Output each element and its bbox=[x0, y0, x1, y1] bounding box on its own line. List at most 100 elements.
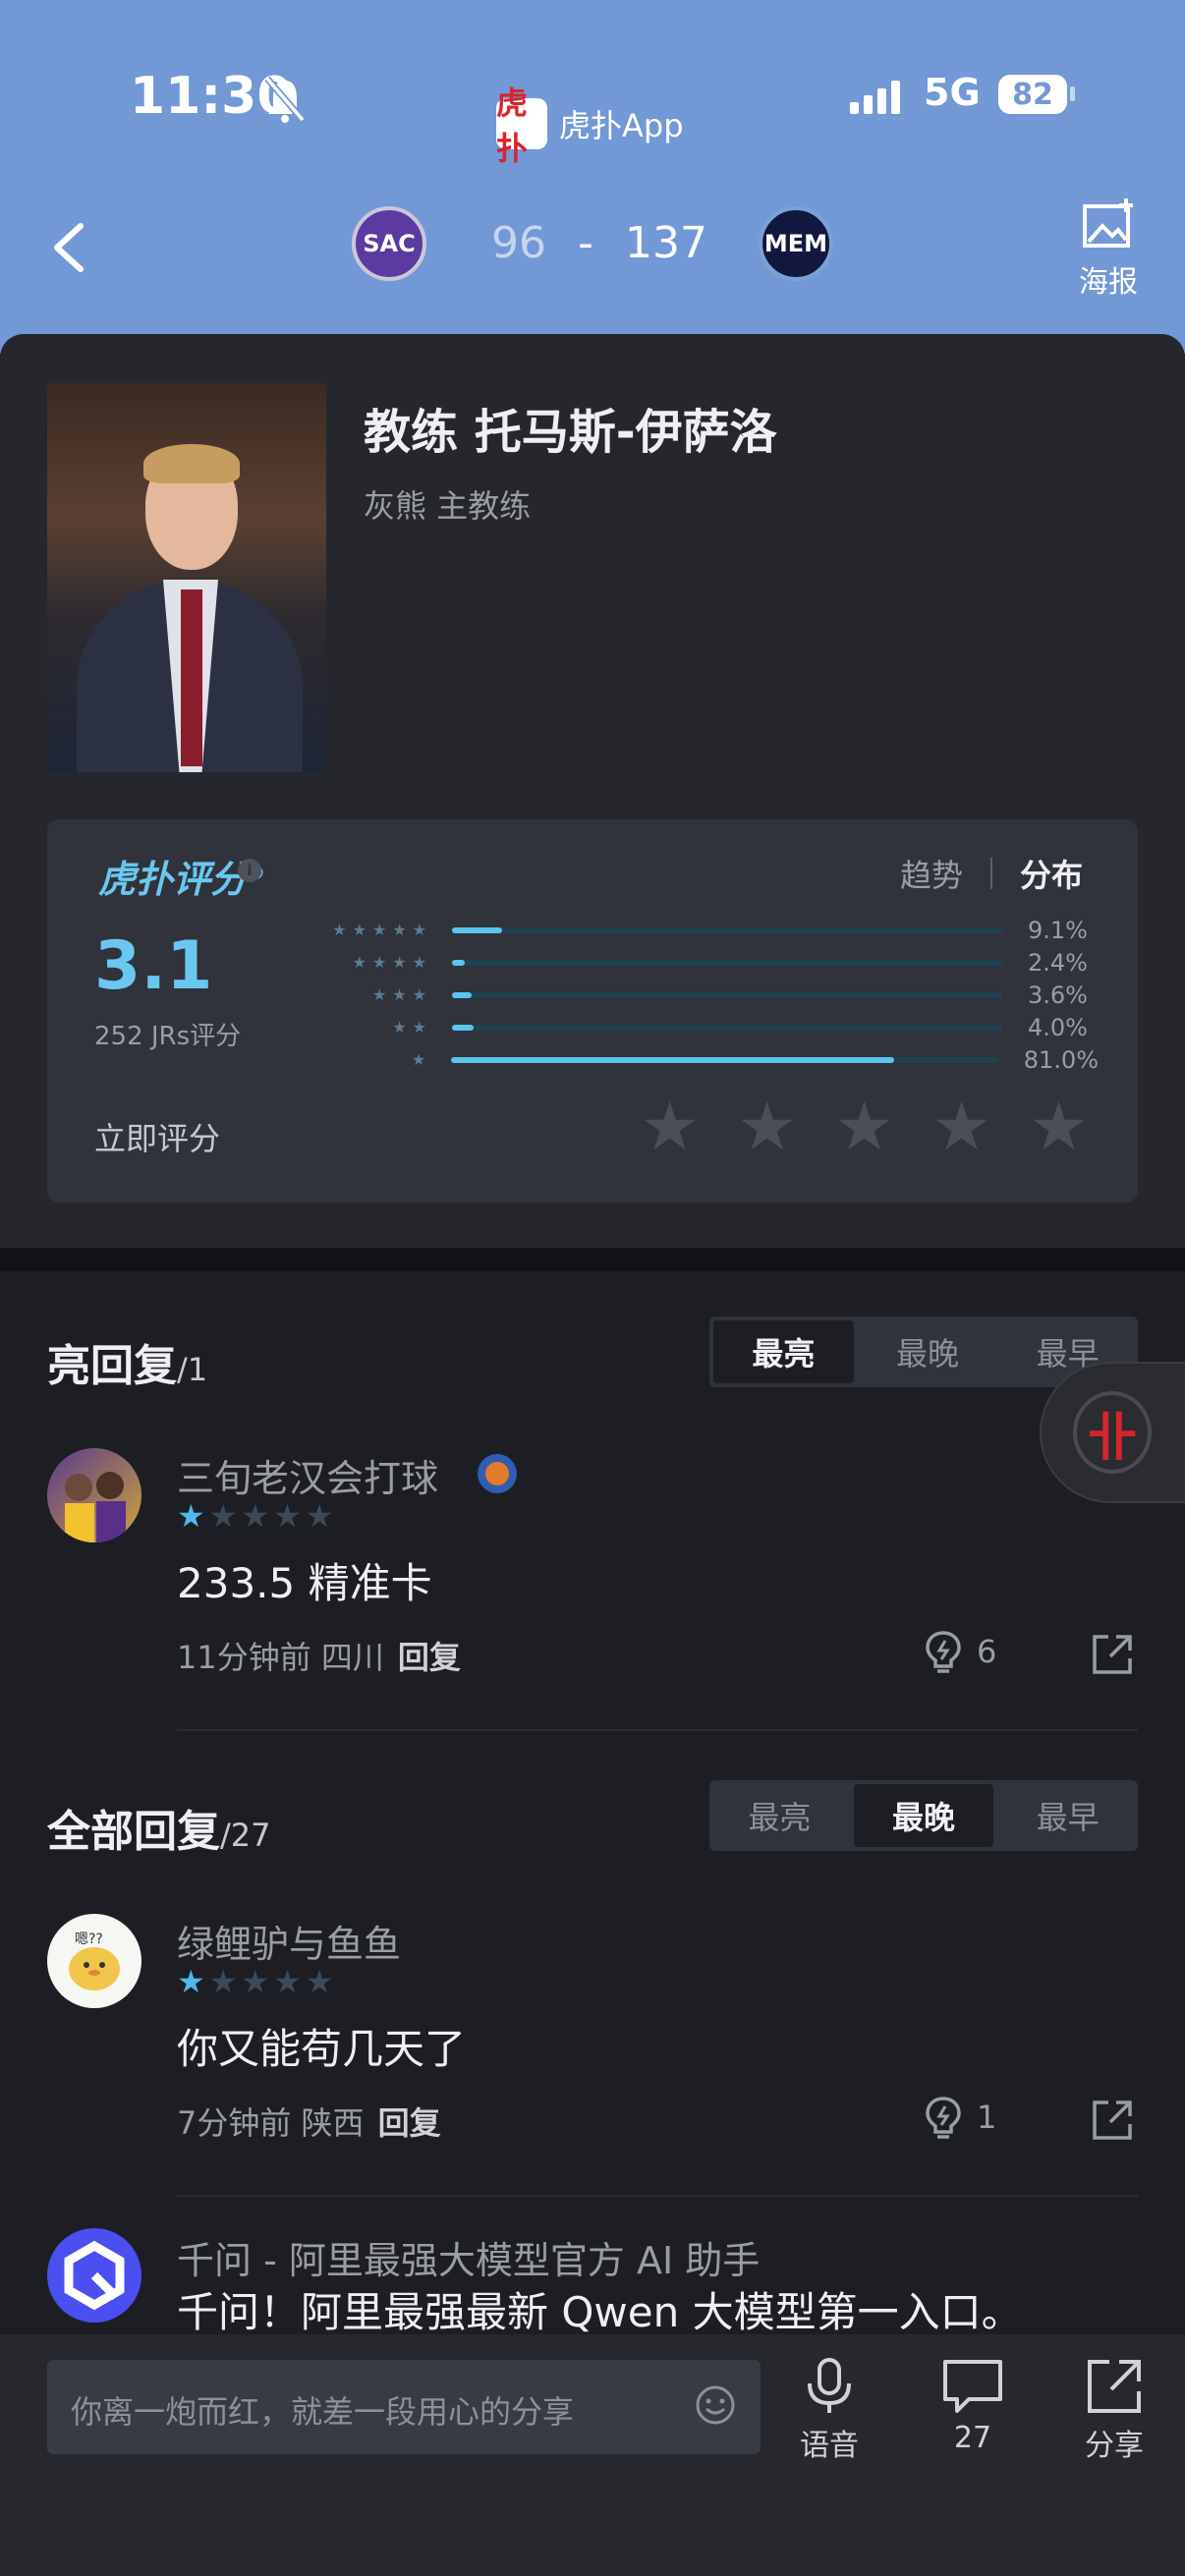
game-nav: SAC 96 - 137 MEM 海报 bbox=[0, 196, 1185, 305]
reply-link[interactable]: 回复 bbox=[398, 1639, 461, 1676]
distribution-row: ★ 81.0% bbox=[312, 1043, 1099, 1076]
user-rating-stars: ★★★★★ bbox=[177, 1963, 338, 2000]
username[interactable]: 三旬老汉会打球 bbox=[177, 1448, 438, 1502]
share-icon bbox=[1088, 2360, 1141, 2413]
comments-count: 27 bbox=[953, 2421, 992, 2455]
row-divider bbox=[177, 2195, 1138, 2197]
team-badge-icon bbox=[478, 1454, 517, 1493]
hupu-logo-icon: 卝 bbox=[1073, 1391, 1152, 1474]
emoji-icon[interactable] bbox=[694, 2383, 737, 2427]
reply-link[interactable]: 回复 bbox=[378, 2104, 441, 2142]
distribution-bar bbox=[452, 991, 1002, 998]
distribution-bar bbox=[452, 926, 1002, 933]
comment-item: 三旬老汉会打球 ★★★★★ 233.5 精准卡 11分钟前 四川 回复 6 bbox=[0, 1448, 1185, 1743]
rate-star-icon[interactable]: ★ bbox=[640, 1094, 700, 1161]
tab-trend[interactable]: 趋势 bbox=[900, 851, 963, 896]
qwen-logo-icon bbox=[47, 2228, 141, 2323]
rate-stars: ★ ★ ★ ★ ★ bbox=[640, 1094, 1089, 1161]
tab-latest[interactable]: 最晚 bbox=[853, 1784, 994, 1847]
bottom-bar: 你离一炮而红，就差一段用心的分享 语音 27 分享 bbox=[0, 2334, 1185, 2576]
battery-icon: 82 bbox=[998, 75, 1075, 114]
distribution-bar bbox=[452, 1024, 1002, 1031]
highlight-title: 亮回复/1 bbox=[47, 1341, 208, 1391]
row-divider bbox=[177, 1729, 1138, 1731]
tab-brightest[interactable]: 最亮 bbox=[713, 1320, 854, 1383]
like-button[interactable]: 1 bbox=[924, 2095, 1012, 2140]
input-placeholder: 你离一炮而红，就差一段用心的分享 bbox=[71, 2393, 575, 2431]
top-header: 11:30 虎扑 虎扑App 5G 82 SAC 96 - 137 MEM 海报 bbox=[0, 0, 1185, 354]
svg-text:嗯??: 嗯?? bbox=[75, 1932, 103, 1947]
away-score: 137 bbox=[625, 218, 707, 268]
poster-button[interactable]: 海报 bbox=[1069, 196, 1148, 301]
distribution-bar bbox=[452, 959, 1002, 966]
user-rating-stars: ★★★★★ bbox=[177, 1497, 338, 1535]
distribution-percent: 81.0% bbox=[1023, 1045, 1099, 1074]
distribution-stars: ★★★★★ bbox=[332, 921, 432, 939]
distribution-bar-fill bbox=[452, 959, 466, 966]
back-icon[interactable] bbox=[49, 218, 88, 277]
avatar[interactable]: 嗯?? bbox=[47, 1914, 141, 2008]
comment-meta: 11分钟前 四川 回复 bbox=[177, 1639, 461, 1676]
distribution-row: ★★★ 3.6% bbox=[312, 979, 1099, 1011]
info-icon[interactable]: i bbox=[238, 859, 261, 882]
share-icon[interactable] bbox=[1091, 1633, 1134, 1676]
rate-star-icon[interactable]: ★ bbox=[834, 1094, 894, 1161]
share-label: 分享 bbox=[1085, 2429, 1144, 2463]
floating-hupu-button[interactable]: 卝 bbox=[1040, 1362, 1185, 1503]
distribution-row: ★★★★ 2.4% bbox=[312, 946, 1099, 979]
voice-label: 语音 bbox=[800, 2429, 859, 2463]
rating-votes: 252 JRs评分 bbox=[94, 1022, 242, 1051]
rating-tabs: 趋势 分布 bbox=[900, 851, 1083, 896]
app-name: 虎扑App bbox=[559, 107, 684, 144]
comments-button[interactable]: 27 bbox=[914, 2356, 1032, 2455]
voice-button[interactable]: 语音 bbox=[770, 2356, 888, 2464]
comment-bubble-icon bbox=[943, 2360, 1002, 2413]
tab-brightest[interactable]: 最亮 bbox=[709, 1780, 850, 1851]
away-team-logo[interactable]: MEM bbox=[759, 206, 833, 281]
tab-earliest[interactable]: 最早 bbox=[997, 1780, 1138, 1851]
game-score: 96 - 137 bbox=[491, 218, 707, 268]
distribution-percent: 4.0% bbox=[1028, 1013, 1088, 1041]
username[interactable]: 绿鲤驴与鱼鱼 bbox=[177, 1914, 401, 1968]
all-sort-tabs: 最亮 最晚 最早 bbox=[709, 1780, 1138, 1851]
rate-star-icon[interactable]: ★ bbox=[931, 1094, 991, 1161]
distribution-stars: ★ bbox=[411, 1050, 432, 1069]
distribution-stars: ★★ bbox=[392, 1018, 432, 1036]
rate-star-icon[interactable]: ★ bbox=[1029, 1094, 1089, 1161]
hupu-logo-icon: 虎扑 bbox=[496, 84, 547, 167]
tab-latest[interactable]: 最晚 bbox=[858, 1316, 998, 1387]
distribution-bar-fill bbox=[452, 926, 502, 933]
tab-distribution[interactable]: 分布 bbox=[1020, 851, 1083, 896]
status-bar: 11:30 虎扑 虎扑App 5G 82 bbox=[0, 59, 1185, 167]
mute-bell-icon bbox=[264, 76, 306, 123]
ad-title: 千问 - 阿里最强大模型官方 AI 助手 bbox=[177, 2239, 761, 2282]
distribution-percent: 2.4% bbox=[1028, 948, 1088, 977]
coach-photo bbox=[47, 383, 326, 772]
microphone-icon bbox=[808, 2358, 851, 2413]
home-team-logo[interactable]: SAC bbox=[352, 206, 426, 281]
distribution-stars: ★★★ bbox=[371, 985, 432, 1004]
comment-input[interactable]: 你离一炮而红，就差一段用心的分享 bbox=[47, 2360, 761, 2454]
ad-item[interactable]: 千问 - 阿里最强大模型官方 AI 助手 千问！阿里最强最新 Qwen 大模型第… bbox=[0, 2228, 1185, 2334]
like-button[interactable]: 6 bbox=[924, 1629, 1012, 1674]
distribution-bar-fill bbox=[452, 991, 473, 998]
like-count: 1 bbox=[977, 2099, 997, 2136]
rate-now-label: 立即评分 bbox=[94, 1120, 221, 1157]
like-count: 6 bbox=[977, 1633, 997, 1670]
rating-distribution: ★★★★★ 9.1% ★★★★ 2.4% ★★★ 3.6% ★★ 4.0% ★ 81.0% bbox=[312, 914, 1099, 1076]
lightbulb-icon bbox=[926, 2097, 961, 2139]
share-icon[interactable] bbox=[1091, 2099, 1134, 2142]
signal-icon bbox=[850, 81, 900, 114]
rate-star-icon[interactable]: ★ bbox=[737, 1094, 797, 1161]
avatar[interactable] bbox=[47, 1448, 141, 1542]
share-button[interactable]: 分享 bbox=[1055, 2356, 1173, 2464]
image-icon bbox=[1083, 198, 1133, 248]
comment-text: 你又能苟几天了 bbox=[177, 2025, 467, 2073]
app-switch-badge[interactable]: 虎扑 虎扑App bbox=[496, 84, 684, 167]
distribution-stars: ★★★★ bbox=[352, 953, 432, 972]
distribution-row: ★★★★★ 9.1% bbox=[312, 914, 1099, 946]
distribution-bar-fill bbox=[451, 1056, 894, 1063]
score-separator: - bbox=[578, 218, 593, 268]
rating-panel: 虎扑评分® i 趋势 分布 3.1 252 JRs评分 ★★★★★9.1%★★★… bbox=[47, 819, 1138, 1203]
comment-item: 嗯?? 绿鲤驴与鱼鱼 ★★★★★ 你又能苟几天了 7分钟前 陕西 回复 1 bbox=[0, 1914, 1185, 2209]
